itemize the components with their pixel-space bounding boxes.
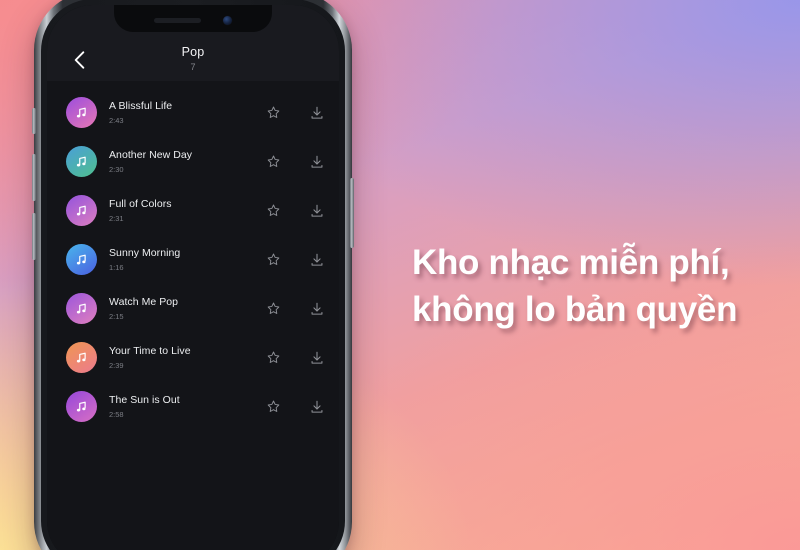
track-actions — [251, 385, 339, 429]
track-duration: 2:43 — [109, 116, 124, 125]
track-meta: Sunny Morning 1:16 — [109, 246, 251, 273]
track-row[interactable]: Another New Day 2:30 — [47, 137, 339, 186]
download-button[interactable] — [295, 238, 339, 282]
track-duration: 2:39 — [109, 361, 124, 370]
download-button[interactable] — [295, 336, 339, 380]
promo-tagline: Kho nhạc miễn phí, không lo bản quyền — [412, 239, 792, 333]
star-outline-icon — [267, 204, 279, 216]
phone-mockup: Pop 7 A Blissful Life 2:43 Another New Day… — [32, 0, 354, 550]
favorite-button[interactable] — [251, 238, 295, 282]
track-artwork — [66, 342, 97, 373]
track-row[interactable]: A Blissful Life 2:43 — [47, 88, 339, 137]
volume-down-button[interactable] — [32, 213, 36, 260]
power-button[interactable] — [350, 178, 354, 248]
music-note-icon — [76, 254, 86, 265]
download-icon — [311, 253, 323, 266]
back-button[interactable] — [67, 48, 91, 72]
download-icon — [311, 204, 323, 217]
download-button[interactable] — [295, 385, 339, 429]
tagline-line-1: Kho nhạc miễn phí, — [412, 243, 730, 282]
phone-screen: Pop 7 A Blissful Life 2:43 Another New Day… — [47, 5, 339, 550]
favorite-button[interactable] — [251, 91, 295, 135]
track-title: Sunny Morning — [109, 247, 181, 259]
track-row[interactable]: Sunny Morning 1:16 — [47, 235, 339, 284]
music-note-icon — [76, 156, 86, 167]
download-icon — [311, 106, 323, 119]
star-outline-icon — [267, 400, 279, 412]
track-meta: A Blissful Life 2:43 — [109, 99, 251, 126]
track-row[interactable]: The Sun is Out 2:58 — [47, 382, 339, 431]
favorite-button[interactable] — [251, 336, 295, 380]
download-icon — [311, 351, 323, 364]
track-meta: The Sun is Out 2:58 — [109, 393, 251, 420]
star-outline-icon — [267, 302, 279, 314]
track-meta: Another New Day 2:30 — [109, 148, 251, 175]
track-artwork — [66, 97, 97, 128]
star-outline-icon — [267, 351, 279, 363]
star-outline-icon — [267, 253, 279, 265]
track-row[interactable]: Watch Me Pop 2:15 — [47, 284, 339, 333]
track-duration: 2:31 — [109, 214, 124, 223]
track-artwork — [66, 391, 97, 422]
favorite-button[interactable] — [251, 189, 295, 233]
track-title: Your Time to Live — [109, 345, 191, 357]
tagline-line-2: không lo bản quyền — [412, 290, 738, 329]
track-list: A Blissful Life 2:43 Another New Day 2:30 Fu… — [47, 81, 339, 550]
track-meta: Watch Me Pop 2:15 — [109, 295, 251, 322]
speaker-slot-icon — [154, 17, 201, 23]
track-artwork — [66, 195, 97, 226]
star-outline-icon — [267, 106, 279, 118]
track-actions — [251, 238, 339, 282]
track-title: Watch Me Pop — [109, 296, 179, 308]
track-artwork — [66, 146, 97, 177]
download-button[interactable] — [295, 287, 339, 331]
track-duration: 1:16 — [109, 263, 124, 272]
track-actions — [251, 189, 339, 233]
chevron-left-icon — [74, 51, 84, 69]
track-row[interactable]: Full of Colors 2:31 — [47, 186, 339, 235]
page-title: Pop — [181, 45, 205, 59]
track-count: 7 — [190, 62, 196, 72]
favorite-button[interactable] — [251, 140, 295, 184]
track-actions — [251, 287, 339, 331]
music-note-icon — [76, 205, 86, 216]
download-icon — [311, 302, 323, 315]
music-note-icon — [76, 107, 86, 118]
track-duration: 2:30 — [109, 165, 124, 174]
music-note-icon — [76, 401, 86, 412]
track-title: A Blissful Life — [109, 100, 173, 112]
front-camera-icon — [223, 15, 232, 25]
download-icon — [311, 400, 323, 413]
download-button[interactable] — [295, 91, 339, 135]
track-duration: 2:15 — [109, 312, 124, 321]
download-button[interactable] — [295, 189, 339, 233]
music-note-icon — [76, 352, 86, 363]
volume-up-button[interactable] — [32, 154, 36, 201]
track-title: Another New Day — [109, 149, 193, 161]
download-icon — [311, 155, 323, 168]
track-artwork — [66, 244, 97, 275]
track-row[interactable]: Your Time to Live 2:39 — [47, 333, 339, 382]
track-actions — [251, 91, 339, 135]
music-note-icon — [76, 303, 86, 314]
download-button[interactable] — [295, 140, 339, 184]
track-meta: Your Time to Live 2:39 — [109, 344, 251, 371]
track-meta: Full of Colors 2:31 — [109, 197, 251, 224]
mute-switch-button[interactable] — [32, 108, 36, 134]
phone-notch — [114, 5, 272, 32]
track-actions — [251, 140, 339, 184]
favorite-button[interactable] — [251, 287, 295, 331]
track-title: The Sun is Out — [109, 394, 180, 406]
track-title: Full of Colors — [109, 198, 172, 210]
track-actions — [251, 336, 339, 380]
track-duration: 2:58 — [109, 410, 124, 419]
favorite-button[interactable] — [251, 385, 295, 429]
track-artwork — [66, 293, 97, 324]
star-outline-icon — [267, 155, 279, 167]
